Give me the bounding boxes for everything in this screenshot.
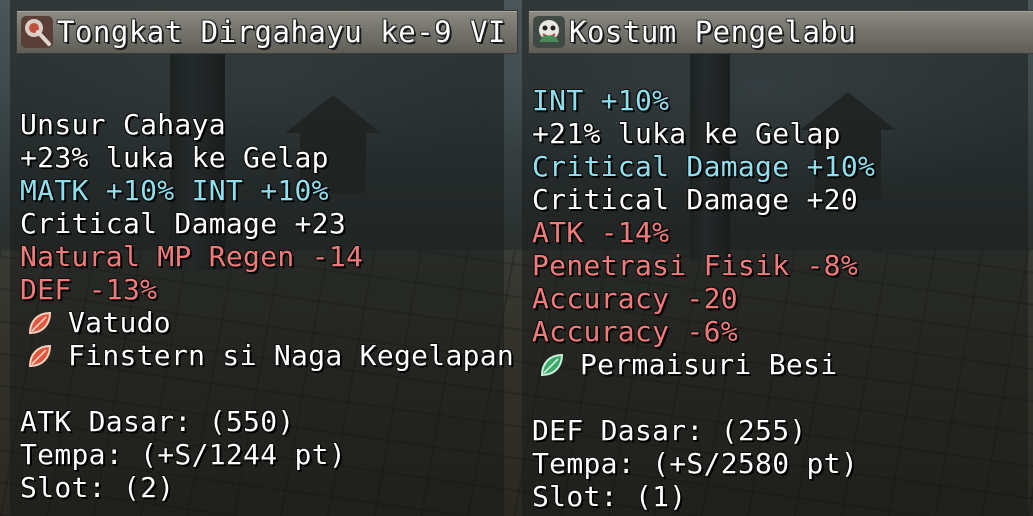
crystal-row: Finstern si Naga Kegelapan (20, 339, 514, 372)
costume-icon (533, 16, 565, 48)
item-title-bar: Tongkat Dirgahayu ke-9 VI (16, 10, 518, 54)
item-stats: INT +10% +21% luka ke Gelap Critical Dam… (532, 84, 875, 513)
slot-line: Slot: (2) (20, 471, 175, 504)
item-tooltip-left: Tongkat Dirgahayu ke-9 VI Unsur Cahaya +… (10, 0, 518, 516)
stat-line: Natural MP Regen -14 (20, 240, 364, 273)
green-crystal-icon (540, 353, 564, 376)
crystal-row: Vatudo (20, 306, 514, 339)
stat-line: INT +10% (532, 84, 670, 117)
stat-line: Accuracy -6% (532, 315, 738, 348)
stat-line: Unsur Cahaya (20, 108, 226, 141)
crystal-name: Finstern si Naga Kegelapan (68, 339, 515, 372)
crystal-name: Permaisuri Besi (580, 348, 838, 381)
stat-line: Accuracy -20 (532, 282, 738, 315)
stat-line: ATK -14% (532, 216, 670, 249)
red-crystal-icon (28, 311, 52, 334)
stat-line: DEF -13% (20, 273, 158, 306)
item-title: Kostum Pengelabu (569, 15, 857, 49)
stat-line: Critical Damage +20 (532, 183, 858, 216)
item-tooltip-right: Kostum Pengelabu INT +10% +21% luka ke G… (522, 0, 1033, 516)
refine-line: Tempa: (+S/1244 pt) (20, 438, 346, 471)
crystal-name: Vatudo (68, 306, 171, 339)
item-title-bar: Kostum Pengelabu (528, 10, 1033, 54)
base-stat-line: DEF Dasar: (255) (532, 414, 807, 447)
stat-line: +21% luka ke Gelap (532, 117, 841, 150)
stat-line: Critical Damage +23 (20, 207, 346, 240)
item-title: Tongkat Dirgahayu ke-9 VI (57, 15, 506, 49)
stat-line: +23% luka ke Gelap (20, 141, 329, 174)
refine-line: Tempa: (+S/2580 pt) (532, 447, 858, 480)
staff-icon (21, 16, 53, 48)
stat-line: MATK +10% INT +10% (20, 174, 329, 207)
red-crystal-icon (28, 344, 52, 367)
stat-line: Critical Damage +10% (532, 150, 876, 183)
item-stats: Unsur Cahaya +23% luka ke Gelap MATK +10… (20, 108, 514, 504)
crystal-row: Permaisuri Besi (532, 348, 875, 381)
base-stat-line: ATK Dasar: (550) (20, 405, 295, 438)
slot-line: Slot: (1) (532, 480, 687, 513)
stat-line: Penetrasi Fisik -8% (532, 249, 858, 282)
